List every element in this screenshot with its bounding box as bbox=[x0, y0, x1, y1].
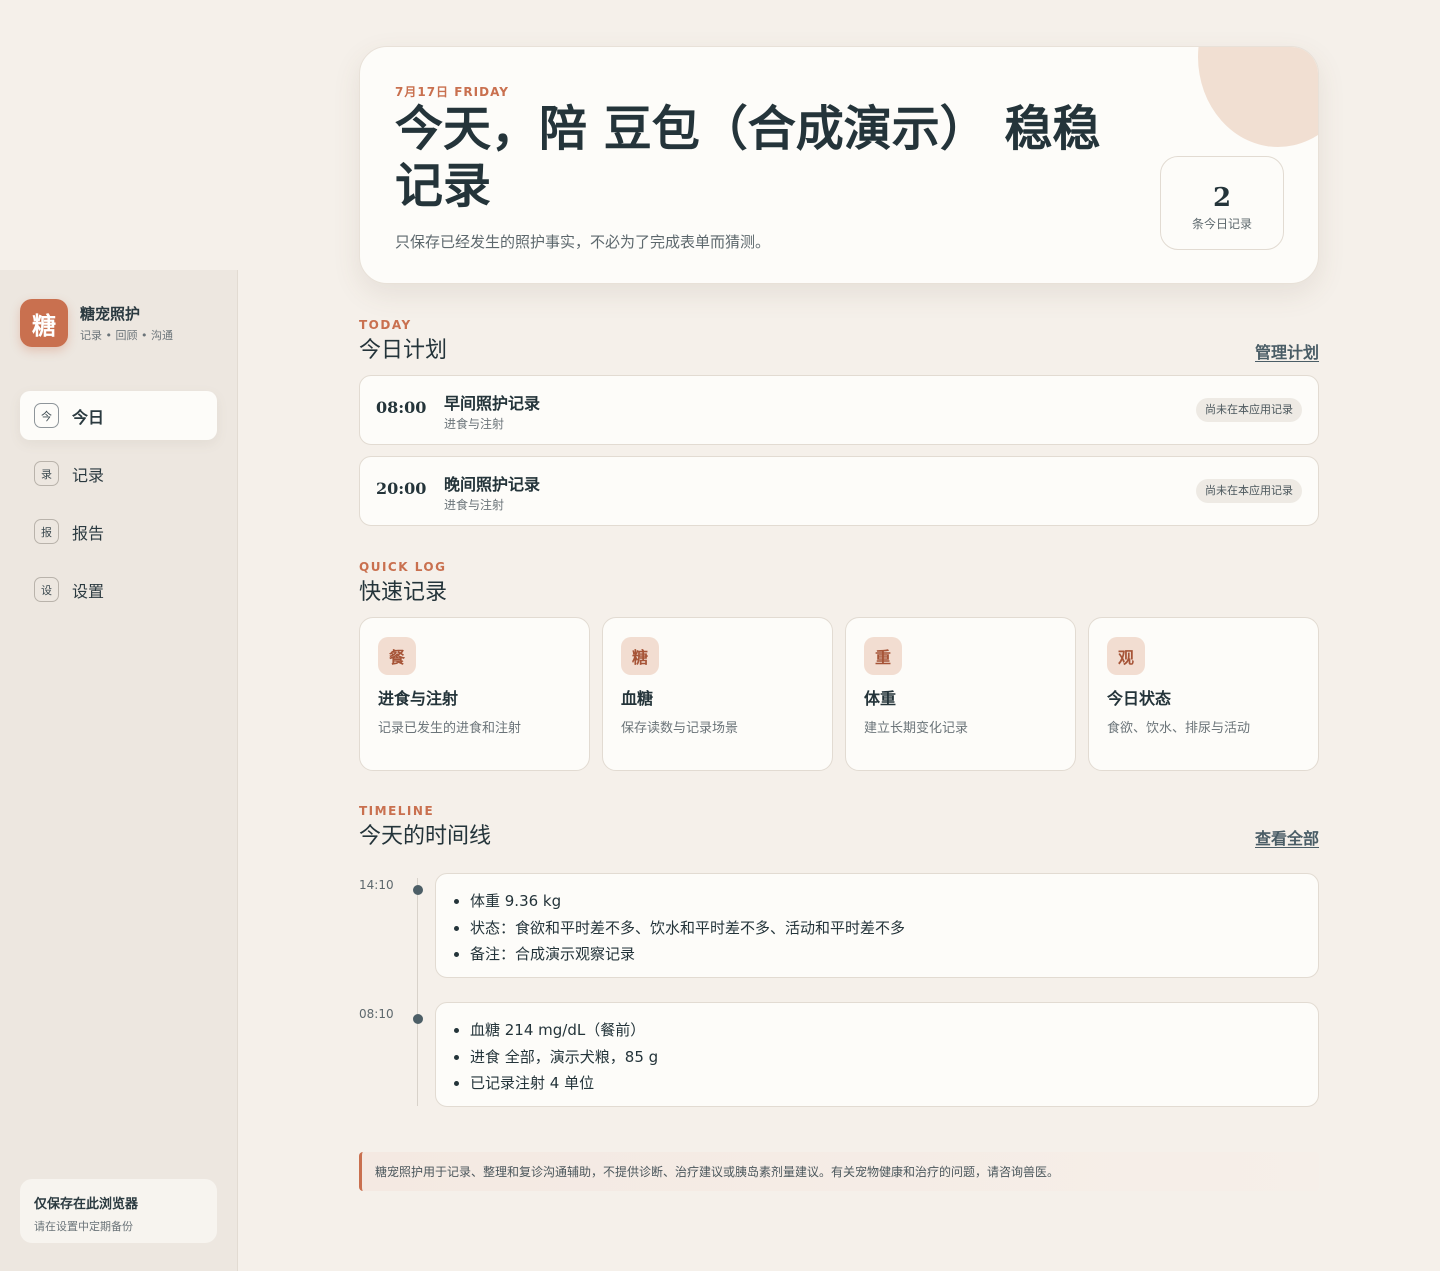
hero-card: 7月17日 FRIDAY 今天，陪 豆包（合成演示） 稳稳记录 只保存已经发生的… bbox=[359, 46, 1319, 284]
view-all-link[interactable]: 查看全部 bbox=[1255, 825, 1319, 849]
quick-card-desc: 食欲、饮水、排尿与活动 bbox=[1107, 721, 1251, 736]
quick-log-weight[interactable]: 重 体重 建立长期变化记录 bbox=[845, 617, 1076, 771]
quick-log-status[interactable]: 观 今日状态 食欲、饮水、排尿与活动 bbox=[1088, 617, 1319, 771]
count-value: 2 bbox=[1212, 183, 1232, 213]
storage-subtitle: 请在设置中定期备份 bbox=[34, 1220, 133, 1233]
plan-time: 08:00 bbox=[376, 398, 427, 417]
list-item: 已记录注射 4 单位 bbox=[470, 1070, 1318, 1097]
status-badge: 尚未在本应用记录 bbox=[1196, 479, 1302, 503]
quick-kicker: QUICK LOG bbox=[359, 560, 447, 574]
timeline-entry[interactable]: 体重 9.36 kg 状态：食欲和平时差不多、饮水和平时差不多、活动和平时差不多… bbox=[435, 873, 1319, 978]
meal-icon: 餐 bbox=[378, 637, 416, 675]
quick-title: 快速记录 bbox=[359, 580, 448, 605]
plan-item[interactable]: 08:00 早间照护记录 进食与注射 尚未在本应用记录 bbox=[359, 375, 1319, 445]
reports-icon: 报 bbox=[34, 519, 59, 544]
timeline-line bbox=[417, 878, 418, 1106]
timeline-title: 今天的时间线 bbox=[359, 824, 492, 849]
page-title: 今天，陪 豆包（合成演示） 稳稳记录 bbox=[395, 101, 1101, 214]
sidebar: 糖 糖宠照护 记录 • 回顾 • 沟通 今 今日 录 记录 报 报告 设 设置 … bbox=[0, 270, 238, 1271]
plan-item-subtitle: 进食与注射 bbox=[444, 498, 505, 512]
nav-item-today[interactable]: 今 今日 bbox=[20, 391, 217, 440]
timeline-kicker: TIMELINE bbox=[359, 804, 435, 818]
quick-card-desc: 记录已发生的进食和注射 bbox=[378, 721, 522, 736]
brand-tagline: 记录 • 回顾 • 沟通 bbox=[80, 329, 173, 342]
today-icon: 今 bbox=[34, 403, 59, 428]
plan-title: 今日计划 bbox=[359, 338, 448, 363]
records-icon: 录 bbox=[34, 461, 59, 486]
nav-label: 记录 bbox=[72, 465, 105, 485]
list-item: 进食 全部，演示犬粮，85 g bbox=[470, 1044, 1318, 1071]
quick-card-title: 进食与注射 bbox=[378, 689, 459, 708]
list-item: 体重 9.36 kg bbox=[470, 888, 1318, 915]
nav-item-settings[interactable]: 设 设置 bbox=[20, 565, 217, 614]
timeline-dot bbox=[413, 1014, 423, 1024]
manage-plan-link[interactable]: 管理计划 bbox=[1255, 339, 1319, 363]
brand-logo: 糖 bbox=[20, 299, 68, 347]
list-item: 备注：合成演示观察记录 bbox=[470, 941, 1318, 968]
quick-card-title: 血糖 bbox=[621, 689, 654, 708]
plan-item[interactable]: 20:00 晚间照护记录 进食与注射 尚未在本应用记录 bbox=[359, 456, 1319, 526]
settings-icon: 设 bbox=[34, 577, 59, 602]
count-label: 条今日记录 bbox=[1191, 217, 1252, 231]
disclaimer: 糖宠照护用于记录、整理和复诊沟通辅助，不提供诊断、治疗建议或胰岛素剂量建议。有关… bbox=[359, 1152, 1319, 1191]
status-badge: 尚未在本应用记录 bbox=[1196, 398, 1302, 422]
brand-name: 糖宠照护 bbox=[80, 305, 141, 323]
observe-icon: 观 bbox=[1107, 637, 1145, 675]
nav-label: 今日 bbox=[72, 407, 105, 427]
nav-label: 设置 bbox=[72, 581, 105, 601]
quick-log-feeding[interactable]: 餐 进食与注射 记录已发生的进食和注射 bbox=[359, 617, 590, 771]
plan-item-title: 早间照护记录 bbox=[444, 394, 541, 413]
timeline-entry[interactable]: 血糖 214 mg/dL（餐前） 进食 全部，演示犬粮，85 g 已记录注射 4… bbox=[435, 1002, 1319, 1107]
storage-notice: 仅保存在此浏览器 请在设置中定期备份 bbox=[20, 1179, 217, 1243]
list-item: 状态：食欲和平时差不多、饮水和平时差不多、活动和平时差不多 bbox=[470, 915, 1318, 942]
today-record-count: 2 条今日记录 bbox=[1160, 156, 1284, 250]
quick-card-title: 体重 bbox=[864, 689, 897, 708]
hero-date: 7月17日 FRIDAY bbox=[395, 85, 509, 99]
quick-card-desc: 保存读数与记录场景 bbox=[621, 721, 739, 736]
plan-time: 20:00 bbox=[376, 479, 427, 498]
plan-item-subtitle: 进食与注射 bbox=[444, 417, 505, 431]
quick-card-desc: 建立长期变化记录 bbox=[864, 721, 969, 736]
plan-item-title: 晚间照护记录 bbox=[444, 475, 541, 494]
storage-title: 仅保存在此浏览器 bbox=[34, 1197, 139, 1212]
hero-subtitle: 只保存已经发生的照护事实，不必为了完成表单而猜测。 bbox=[395, 233, 771, 251]
weight-icon: 重 bbox=[864, 637, 902, 675]
glucose-icon: 糖 bbox=[621, 637, 659, 675]
list-item: 血糖 214 mg/dL（餐前） bbox=[470, 1017, 1318, 1044]
brand[interactable]: 糖 糖宠照护 记录 • 回顾 • 沟通 bbox=[20, 299, 173, 347]
quick-card-title: 今日状态 bbox=[1107, 689, 1172, 708]
nav-item-reports[interactable]: 报 报告 bbox=[20, 507, 217, 556]
nav-label: 报告 bbox=[72, 523, 105, 543]
plan-kicker: TODAY bbox=[359, 318, 412, 332]
decorative-circle bbox=[1198, 47, 1318, 147]
main-nav: 今 今日 录 记录 报 报告 设 设置 bbox=[20, 391, 217, 623]
quick-log-glucose[interactable]: 糖 血糖 保存读数与记录场景 bbox=[602, 617, 833, 771]
timeline-time: 08:10 bbox=[359, 1007, 394, 1021]
timeline-time: 14:10 bbox=[359, 878, 394, 892]
timeline-dot bbox=[413, 885, 423, 895]
nav-item-records[interactable]: 录 记录 bbox=[20, 449, 217, 498]
